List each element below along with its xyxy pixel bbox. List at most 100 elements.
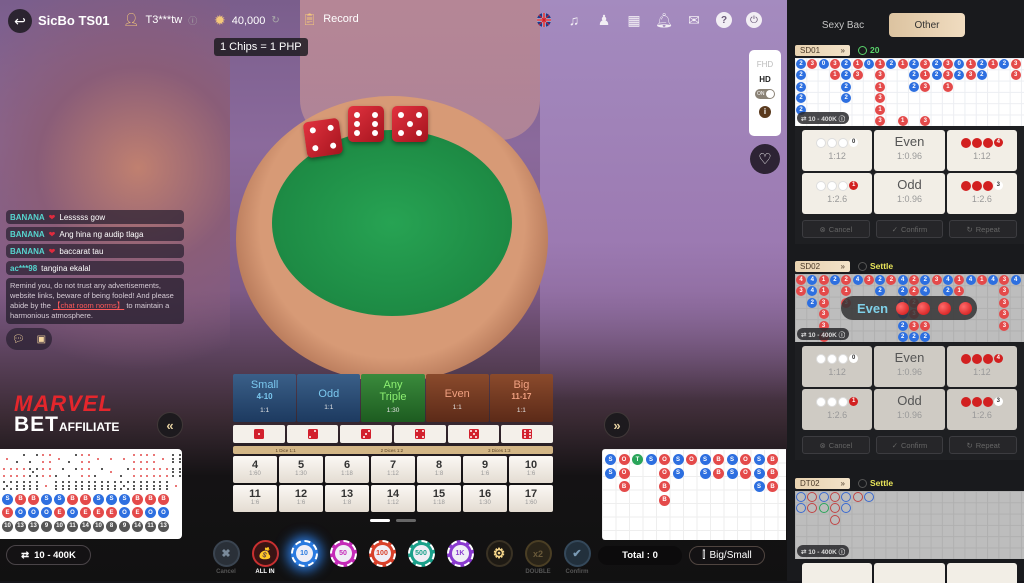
table-name-button[interactable]: SD02 » [795, 260, 850, 272]
uk-flag-icon[interactable] [536, 12, 552, 28]
info-icon[interactable]: ⓘ [188, 14, 197, 27]
table-name-button[interactable]: SD01 » [795, 44, 850, 56]
roadmap-column: 442 [807, 275, 818, 308]
tab-other[interactable]: Other [889, 13, 965, 37]
chip-100-button[interactable]: 100 [368, 540, 396, 567]
chat-norms-link[interactable]: 【chat room norms】 [53, 301, 124, 310]
cancel-bet-button[interactable]: ✖ Cancel [212, 540, 240, 575]
bet-single-dice-3[interactable] [340, 425, 393, 443]
all-in-button[interactable]: 💰 ALL IN [251, 540, 279, 575]
bet-sum-4[interactable]: 4 1:60 [233, 456, 277, 483]
chip-50-button[interactable]: 50 [329, 540, 357, 567]
side-bet-option[interactable]: 3 1:2.6 [946, 173, 1017, 214]
side-bet-option[interactable] [802, 563, 873, 583]
chat-bubble-icon[interactable]: 💬︎ [12, 334, 25, 345]
favorite-heart-button[interactable]: ♡ [750, 144, 780, 174]
bet-sum-6[interactable]: 6 1:18 [325, 456, 369, 483]
sum-number: 10 [524, 459, 538, 471]
bet-sum-5[interactable]: 5 1:30 [279, 456, 323, 483]
bet-sum-15[interactable]: 15 1:18 [417, 485, 461, 512]
roadmap-column: 42 [942, 275, 953, 297]
video-toggle[interactable]: ON [755, 89, 775, 99]
confirm-button[interactable]: ✔ Confirm [563, 540, 591, 575]
bet-single-dice-6[interactable] [501, 425, 554, 443]
tab-sexy-bac[interactable]: Sexy Bac [805, 13, 881, 37]
bell-icon[interactable]: 🔔︎ [655, 12, 673, 28]
side-bet-option[interactable]: Even 1:0.96 [874, 346, 945, 387]
page-dot[interactable] [396, 519, 416, 522]
count-badge: 3 [993, 397, 1003, 406]
music-icon[interactable]: ♫ [566, 12, 582, 28]
repeat-button[interactable]: ↻ Repeat [949, 436, 1018, 454]
bet-sum-9[interactable]: 9 1:6 [463, 456, 507, 483]
side-bet-option[interactable]: 4 1:12 [946, 346, 1017, 387]
quality-fhd-option[interactable]: FHD [749, 60, 781, 69]
total-bet: Total : 0 [598, 546, 682, 565]
bet-sum-11[interactable]: 11 1:6 [233, 485, 277, 512]
side-bet-option[interactable]: Odd 1:0.96 [874, 173, 945, 214]
chip-500-button[interactable]: 500 [407, 540, 435, 567]
bet-sum-13[interactable]: 13 1:8 [325, 485, 369, 512]
roadmap-cell: S [605, 454, 616, 466]
quality-hd-option[interactable]: HD [749, 75, 781, 84]
expand-right-button[interactable]: » [604, 412, 630, 438]
bet-any[interactable]: Any Triple 1:30 [361, 374, 425, 422]
bet-single-dice-1[interactable] [233, 425, 285, 443]
side-bet-option[interactable]: 1 1:2.6 [802, 173, 873, 214]
side-bet-option[interactable]: 0 1:12 [802, 130, 873, 171]
refresh-icon[interactable]: ↻ [271, 15, 279, 26]
cancel-button[interactable]: ⊗ Cancel [802, 220, 870, 238]
bet-single-dice-2[interactable] [286, 425, 339, 443]
mail-icon[interactable]: ✉ [686, 12, 702, 28]
bet-even[interactable]: Even 1:1 [425, 374, 489, 422]
emoji-icon[interactable]: ▣ [37, 334, 46, 345]
side-bet-option[interactable]: 4 1:12 [946, 130, 1017, 171]
bet-small[interactable]: Small 4-10 1:1 [233, 374, 297, 422]
chip-1K-button[interactable]: 1K [446, 540, 474, 567]
repeat-button[interactable]: ↻ Repeat [949, 220, 1018, 238]
bet-limit-button[interactable]: ⇄ 10 - 400K [6, 545, 91, 565]
side-bet-option[interactable] [946, 563, 1017, 583]
double-button[interactable]: x2 DOUBLE [524, 540, 552, 575]
cancel-button[interactable]: ⊗ Cancel [802, 436, 870, 454]
table-name-button[interactable]: DT02 » [795, 477, 850, 489]
bet-odd[interactable]: Odd 1:1 [297, 374, 361, 422]
chip-settings-button[interactable]: ⚙ [485, 540, 513, 567]
bet-sum-12[interactable]: 12 1:6 [279, 485, 323, 512]
power-icon[interactable]: ⏻ [746, 12, 762, 28]
side-bet-option[interactable]: Even 1:0.96 [874, 130, 945, 171]
sum-odds: 1:12 [387, 500, 399, 506]
bet-single-dice-4[interactable] [394, 425, 446, 443]
side-bet-label: Odd [897, 177, 922, 192]
bet-sum-8[interactable]: 8 1:8 [417, 456, 461, 483]
lobby-grid-icon[interactable]: ▦ [626, 12, 642, 28]
record-button[interactable]: 📋︎ Record [302, 12, 359, 26]
roadmap-cell: 2 [909, 81, 919, 92]
collapse-left-button[interactable]: « [157, 412, 183, 438]
side-bet-option[interactable] [874, 563, 945, 583]
bet-sum-14[interactable]: 14 1:12 [371, 485, 415, 512]
bet-sum-16[interactable]: 16 1:30 [463, 485, 507, 512]
side-bet-option[interactable]: 3 1:2.6 [946, 389, 1017, 430]
roadmap-cell: 2 [886, 275, 897, 285]
sum-number: 12 [294, 488, 308, 500]
bet-sum-10[interactable]: 10 1:6 [509, 456, 553, 483]
bet-single-dice-5[interactable] [447, 425, 500, 443]
big-small-toggle-button[interactable]: ⫿ Big/Small [689, 546, 765, 565]
chip-10-button[interactable]: 10 [290, 540, 318, 567]
dealer-icon[interactable]: ♟ [596, 12, 612, 28]
roadmap-column [852, 492, 863, 502]
bet-sum-17[interactable]: 17 1:60 [509, 485, 553, 512]
sum-number: 8 [435, 459, 443, 471]
side-bet-option[interactable]: 1 1:2.6 [802, 389, 873, 430]
back-button[interactable]: ↩ [8, 9, 32, 33]
confirm-button[interactable]: ✓ Confirm [875, 436, 944, 454]
bet-sum-7[interactable]: 7 1:12 [371, 456, 415, 483]
side-bet-option[interactable]: 0 1:12 [802, 346, 873, 387]
help-icon[interactable]: ? [716, 12, 732, 28]
page-dot[interactable] [370, 519, 390, 522]
info-icon[interactable]: i [759, 106, 771, 118]
side-bet-option[interactable]: Odd 1:0.96 [874, 389, 945, 430]
confirm-button[interactable]: ✓ Confirm [875, 220, 944, 238]
bet-big[interactable]: Big 11-17 1:1 [489, 374, 554, 422]
